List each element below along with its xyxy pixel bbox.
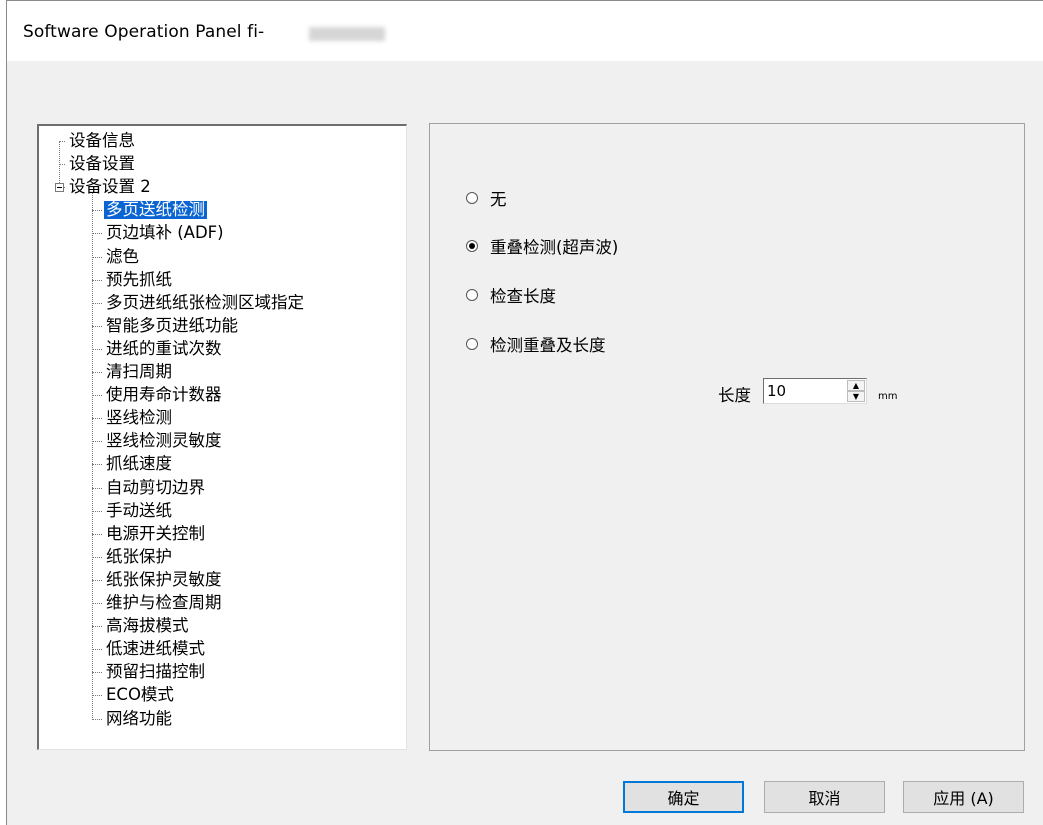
tree-item[interactable]: 网络功能 bbox=[104, 709, 174, 728]
radio-label: 检查长度 bbox=[490, 287, 556, 306]
title-bar: Software Operation Panel fi- bbox=[7, 1, 1043, 61]
tree-item[interactable]: 设备设置 bbox=[67, 155, 137, 173]
radio-label: 检测重叠及长度 bbox=[490, 336, 606, 355]
length-spin-buttons[interactable]: ▲ ▼ bbox=[847, 380, 865, 402]
radio-option[interactable]: 检测重叠及长度 bbox=[466, 333, 606, 355]
tree-item[interactable]: 多页进纸纸张检测区域指定 bbox=[104, 293, 306, 312]
tree-connector bbox=[92, 626, 102, 628]
tree-connector bbox=[92, 348, 102, 350]
tree-connector bbox=[92, 441, 102, 443]
tree-item[interactable]: 竖线检测 bbox=[104, 409, 174, 427]
apply-button[interactable]: 应用 (A) bbox=[903, 781, 1024, 813]
tree-item[interactable]: 使用寿命计数器 bbox=[104, 386, 224, 404]
tree-item[interactable]: 页边填补 (ADF) bbox=[104, 224, 226, 242]
tree-item[interactable]: 滤色 bbox=[104, 247, 141, 266]
window-title: Software Operation Panel fi- bbox=[23, 22, 265, 42]
radio-button[interactable] bbox=[466, 192, 478, 204]
tree-connector bbox=[92, 233, 102, 235]
tree-connector bbox=[92, 718, 102, 720]
tree-item[interactable]: 纸张保护 bbox=[104, 547, 174, 566]
tree-item[interactable]: ECO模式 bbox=[104, 686, 176, 704]
multifeed-detection-panel: 长度 10 ▲ ▼ mm 无重叠检测(超声波) 检查长度检测重叠及长度 bbox=[429, 123, 1025, 751]
radio-label: 无 bbox=[490, 190, 507, 209]
tree-item[interactable]: 抓纸速度 bbox=[104, 455, 174, 473]
tree-connector bbox=[92, 672, 102, 674]
tree-connector bbox=[92, 372, 102, 373]
tree-connector bbox=[92, 302, 102, 304]
ok-button[interactable]: 确定 bbox=[623, 781, 744, 813]
radio-option[interactable]: 无 bbox=[466, 187, 507, 209]
tree-item[interactable]: 智能多页进纸功能 bbox=[104, 316, 240, 335]
software-operation-panel-window: Software Operation Panel fi- 设备信息设备设置设备设… bbox=[6, 0, 1043, 825]
tree-connector bbox=[92, 579, 102, 581]
tree-item[interactable]: 设备设置 2 bbox=[67, 178, 153, 196]
tree-item[interactable]: 设备信息 bbox=[67, 132, 137, 150]
radio-option[interactable]: 检查长度 bbox=[466, 284, 556, 306]
tree-item[interactable]: 手动送纸 bbox=[104, 501, 174, 520]
tree-connector bbox=[92, 556, 102, 558]
length-value[interactable]: 10 bbox=[767, 382, 786, 400]
tree-item[interactable]: 低速进纸模式 bbox=[104, 640, 207, 658]
radio-button[interactable] bbox=[466, 289, 478, 301]
length-unit: mm bbox=[878, 391, 898, 402]
tree-item[interactable]: 多页送纸检测 bbox=[104, 201, 207, 220]
radio-label: 重叠检测(超声波) bbox=[490, 238, 619, 257]
length-label: 长度 bbox=[718, 386, 751, 405]
tree-connector bbox=[92, 325, 102, 327]
collapse-icon[interactable] bbox=[55, 183, 64, 193]
tree-connector bbox=[92, 464, 102, 466]
tree-item[interactable]: 预先抓纸 bbox=[104, 270, 174, 289]
tree-connector bbox=[92, 487, 102, 489]
tree-connector bbox=[92, 649, 102, 651]
spin-down-icon[interactable]: ▼ bbox=[847, 391, 865, 402]
tree-item[interactable]: 预留扫描控制 bbox=[104, 663, 207, 681]
tree-connector bbox=[92, 603, 102, 604]
tree-connector bbox=[92, 395, 102, 397]
tree-item[interactable]: 清扫周期 bbox=[104, 363, 174, 381]
tree-connector bbox=[92, 256, 102, 258]
tree-item[interactable]: 纸张保护灵敏度 bbox=[104, 570, 224, 589]
radio-button[interactable] bbox=[466, 240, 478, 252]
model-number-redacted bbox=[309, 27, 385, 41]
length-spinbox[interactable]: 10 ▲ ▼ bbox=[763, 378, 867, 404]
tree-connector bbox=[92, 210, 102, 212]
tree-connector bbox=[59, 141, 65, 142]
tree-item[interactable]: 高海拔模式 bbox=[104, 617, 191, 635]
tree-connector bbox=[92, 510, 102, 512]
cancel-button[interactable]: 取消 bbox=[764, 781, 885, 813]
tree-item[interactable]: 维护与检查周期 bbox=[104, 594, 224, 612]
tree-connector bbox=[92, 193, 93, 719]
radio-option[interactable]: 重叠检测(超声波) bbox=[466, 235, 618, 257]
radio-button[interactable] bbox=[466, 338, 478, 350]
tree-item[interactable]: 进纸的重试次数 bbox=[104, 339, 224, 358]
tree-connector bbox=[92, 279, 102, 281]
tree-item[interactable]: 竖线检测灵敏度 bbox=[104, 432, 224, 450]
tree-connector bbox=[92, 695, 102, 697]
tree-item[interactable]: 电源开关控制 bbox=[104, 524, 207, 543]
tree-connector bbox=[92, 533, 102, 535]
settings-tree[interactable]: 设备信息设备设置设备设置 2 多页送纸检测页边填补 (ADF) 滤色预先抓纸多页进纸… bbox=[37, 124, 407, 750]
spin-up-icon[interactable]: ▲ bbox=[847, 380, 865, 391]
tree-item[interactable]: 自动剪切边界 bbox=[104, 478, 207, 497]
tree-connector bbox=[92, 418, 102, 420]
tree-connector bbox=[59, 164, 65, 166]
